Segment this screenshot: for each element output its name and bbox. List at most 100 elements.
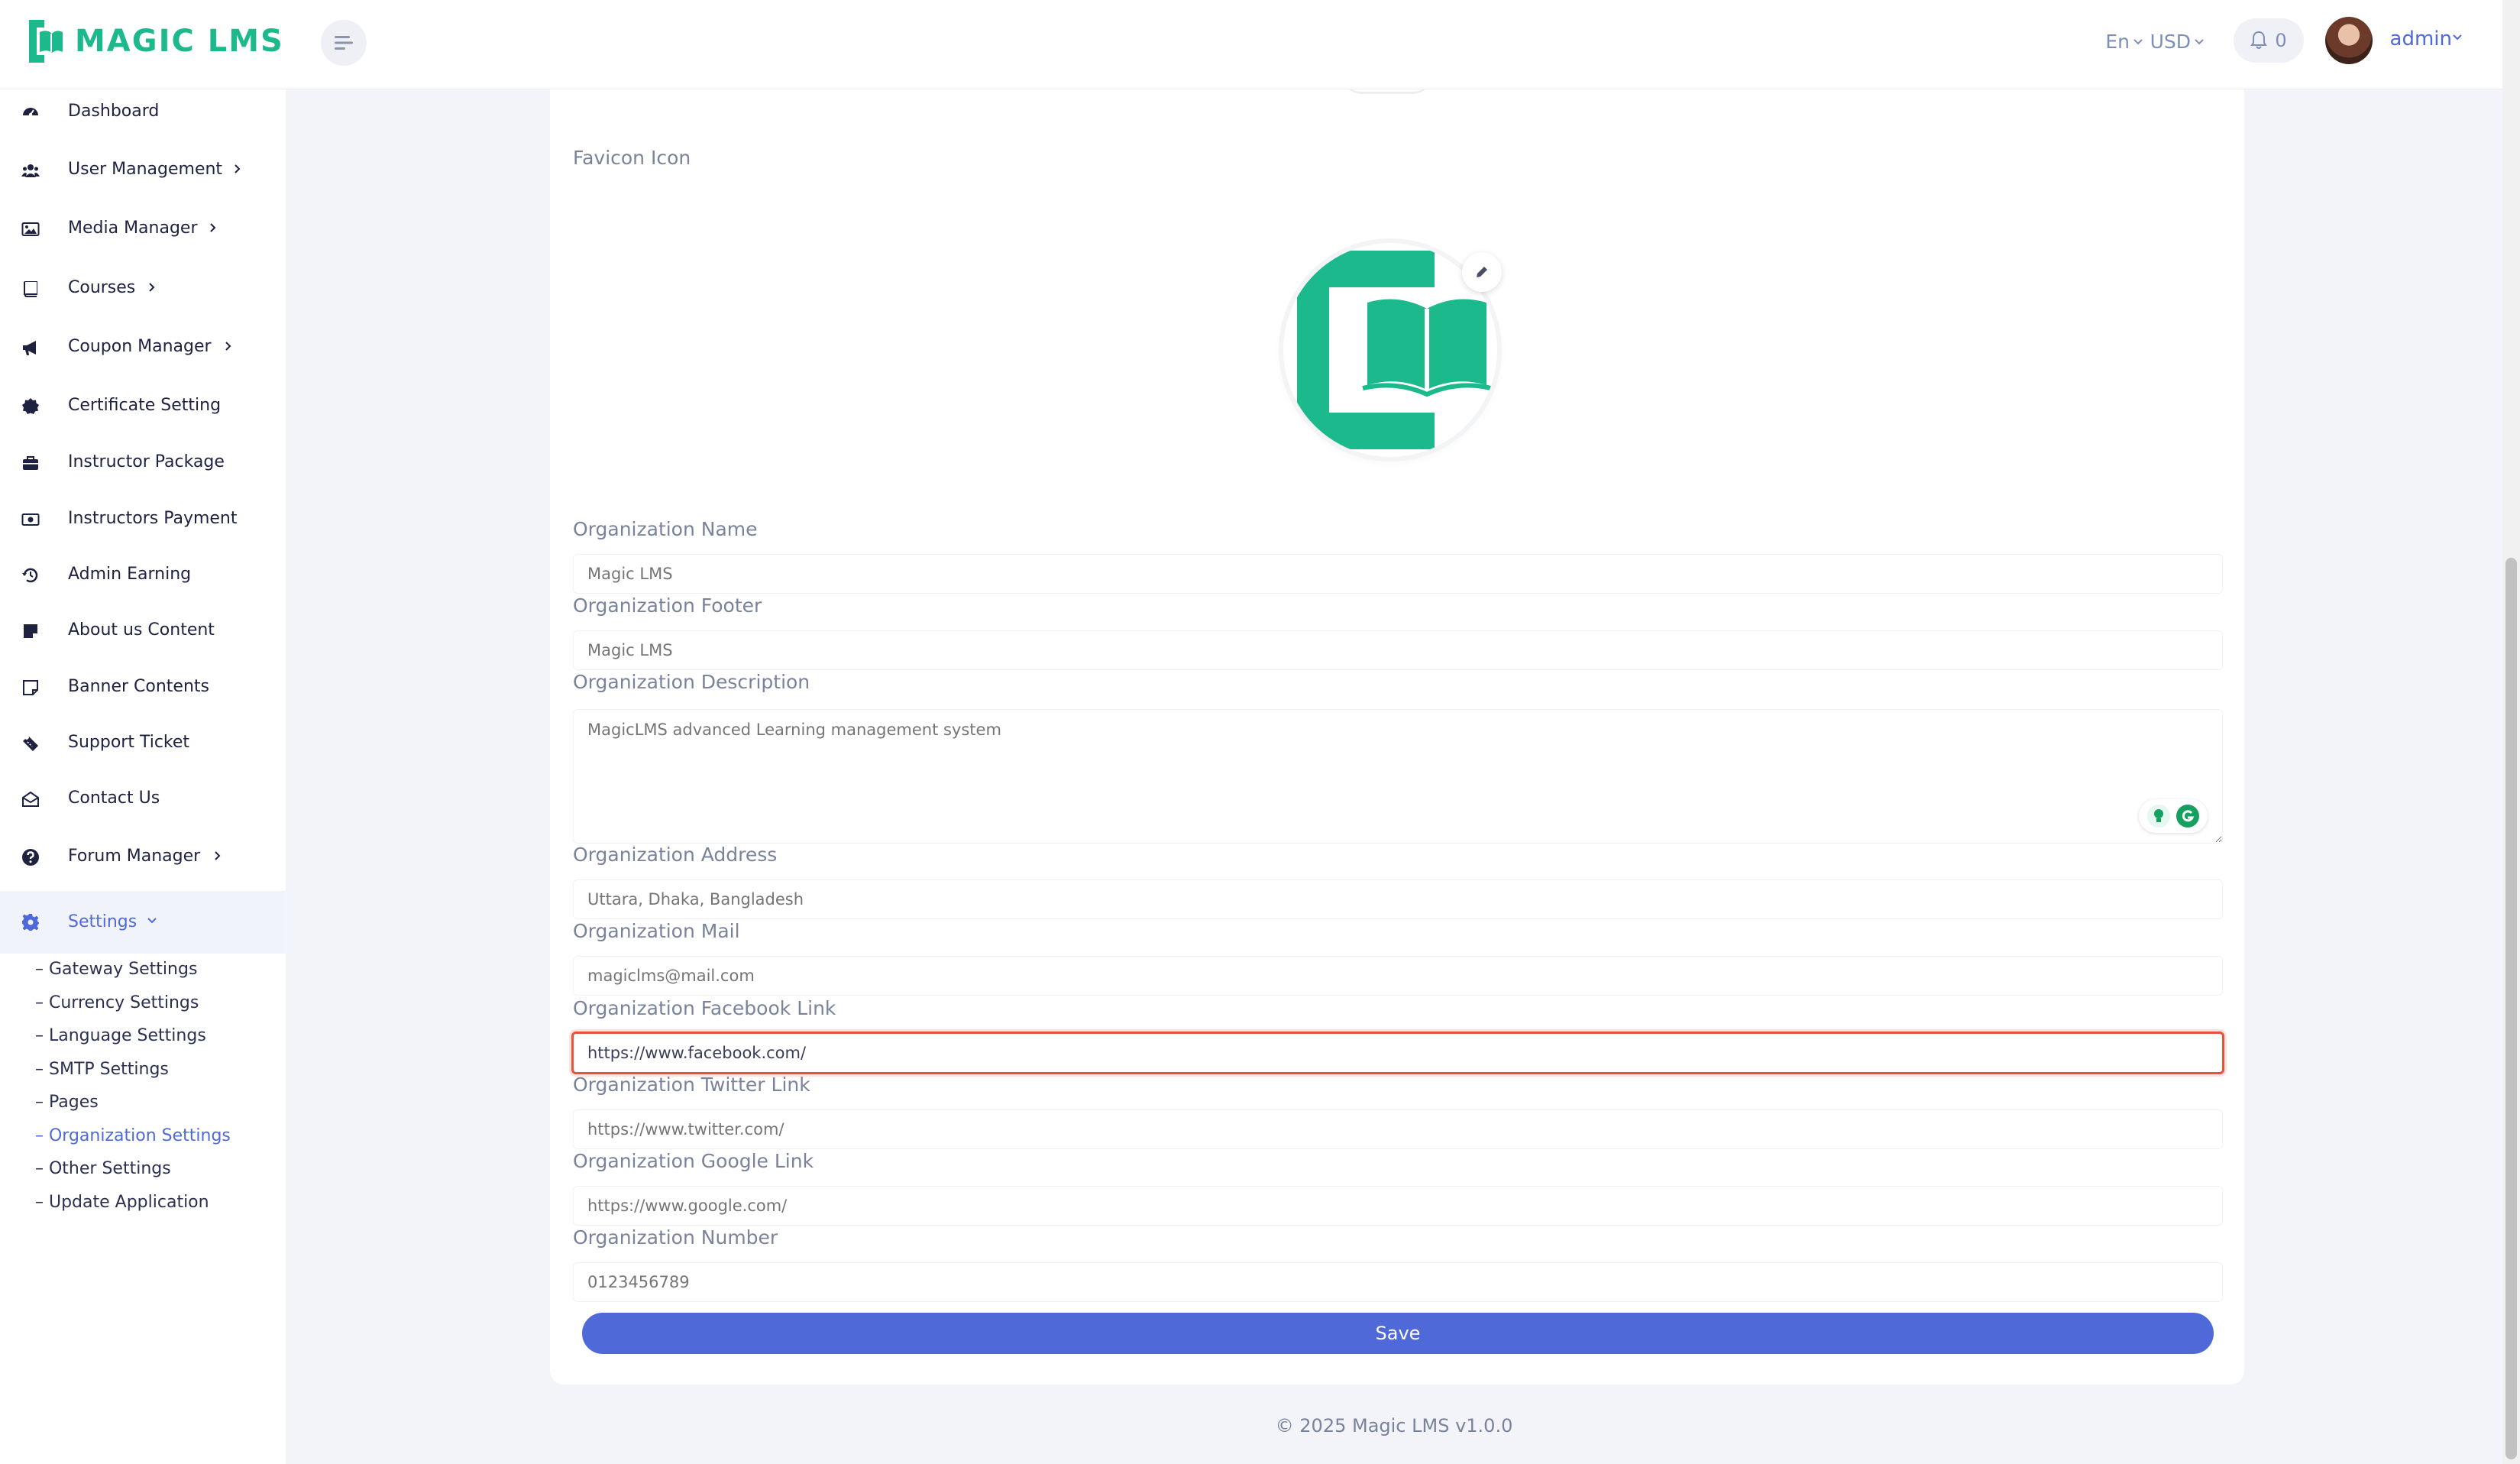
save-button[interactable]: Save: [582, 1313, 2214, 1354]
chevron-right-icon: [225, 342, 231, 351]
footer-copyright: © 2025 Magic LMS v1.0.0: [1275, 1415, 1513, 1436]
lightbulb-icon[interactable]: [2147, 805, 2170, 828]
chevron-down-icon: [2195, 38, 2204, 44]
sidebar-item-about-us-content[interactable]: About us Content: [0, 607, 286, 653]
org-address-label: Organization Address: [573, 844, 778, 866]
currency-value: USD: [2150, 31, 2191, 53]
submenu-update-application[interactable]: – Update Application: [35, 1193, 209, 1212]
bell-icon: [2250, 31, 2268, 49]
submenu-other-settings[interactable]: – Other Settings: [35, 1159, 171, 1178]
org-google-label: Organization Google Link: [573, 1150, 814, 1172]
grammarly-g-icon[interactable]: [2176, 805, 2199, 828]
sidebar: Dashboard User Management Media Manager …: [0, 89, 286, 1464]
sidebar-item-certificate-setting[interactable]: Certificate Setting: [0, 383, 286, 429]
org-twitter-input[interactable]: [573, 1109, 2223, 1149]
sidebar-item-label: Settings: [68, 912, 137, 931]
notification-count: 0: [2275, 30, 2287, 51]
org-footer-input[interactable]: [573, 630, 2223, 670]
org-google-input[interactable]: [573, 1186, 2223, 1226]
dashboard-icon: [23, 108, 38, 117]
org-mail-input[interactable]: [573, 956, 2223, 996]
sidebar-item-media-manager[interactable]: Media Manager: [0, 206, 286, 251]
certificate-icon: [22, 398, 39, 414]
user-name[interactable]: admin: [2390, 28, 2452, 50]
sidebar-item-dashboard[interactable]: Dashboard: [0, 89, 286, 134]
lightbulb-glyph: [2154, 809, 2163, 822]
money-icon: [21, 513, 40, 526]
favicon-label: Favicon Icon: [573, 147, 691, 169]
sidebar-item-label: Admin Earning: [68, 565, 192, 584]
notifications-button[interactable]: 0: [2234, 18, 2304, 63]
submenu-smtp-settings[interactable]: – SMTP Settings: [35, 1060, 169, 1079]
org-footer-label: Organization Footer: [573, 594, 762, 617]
sidebar-item-settings[interactable]: Settings: [0, 891, 286, 954]
sidebar-item-label: User Management: [68, 160, 223, 179]
history-icon: [22, 568, 38, 583]
note-icon: [24, 624, 37, 638]
sticky-note-icon: [23, 680, 38, 695]
sidebar-item-coupon-manager[interactable]: Coupon Manager: [0, 324, 286, 370]
org-name-label: Organization Name: [573, 518, 758, 540]
pencil-icon: [1477, 267, 1487, 277]
chevron-right-icon: [210, 223, 216, 232]
submenu-pages[interactable]: – Pages: [35, 1093, 99, 1112]
envelope-open-icon: [22, 791, 39, 807]
currency-select[interactable]: USD: [2150, 31, 2205, 53]
grammarly-widget[interactable]: [2139, 799, 2208, 833]
submenu-organization-settings[interactable]: – Organization Settings: [35, 1126, 231, 1145]
edit-favicon-button[interactable]: [1462, 252, 1502, 292]
sidebar-item-label: Forum Manager: [68, 847, 201, 866]
sidebar-item-user-management[interactable]: User Management: [0, 147, 286, 193]
menu-toggle-button[interactable]: [321, 20, 367, 66]
chevron-down-icon: [147, 918, 157, 924]
avatar[interactable]: [2325, 17, 2373, 64]
sidebar-item-courses[interactable]: Courses: [0, 265, 286, 311]
sidebar-item-label: Coupon Manager: [68, 337, 212, 356]
ticket-icon: [23, 736, 38, 751]
org-name-input[interactable]: [573, 554, 2223, 594]
sidebar-item-label: Instructor Package: [68, 452, 225, 471]
chevron-right-icon: [215, 851, 221, 860]
chevron-down-icon[interactable]: [2452, 34, 2463, 41]
org-number-input[interactable]: [573, 1262, 2223, 1302]
submenu-language-settings[interactable]: – Language Settings: [35, 1026, 206, 1045]
sidebar-item-label: About us Content: [68, 620, 215, 640]
sidebar-item-label: Courses: [68, 278, 136, 297]
org-twitter-label: Organization Twitter Link: [573, 1074, 810, 1096]
chevron-down-icon: [2133, 38, 2143, 44]
language-value: En: [2105, 31, 2130, 53]
menu-lines-icon: [335, 36, 353, 50]
sidebar-item-admin-earning[interactable]: Admin Earning: [0, 552, 286, 598]
grammarly-g-glyph: [2182, 810, 2195, 822]
language-select[interactable]: En: [2105, 31, 2143, 53]
sidebar-item-contact-us[interactable]: Contact Us: [0, 776, 286, 821]
org-mail-label: Organization Mail: [573, 920, 740, 942]
sidebar-item-label: Instructors Payment: [68, 509, 238, 528]
sidebar-item-label: Banner Contents: [68, 677, 209, 696]
briefcase-icon: [23, 456, 38, 470]
scrollbar-thumb[interactable]: [2505, 558, 2517, 1459]
org-facebook-label: Organization Facebook Link: [573, 997, 836, 1019]
sidebar-item-instructor-package[interactable]: Instructor Package: [0, 439, 286, 485]
image-icon: [21, 222, 40, 236]
org-facebook-input[interactable]: [571, 1032, 2224, 1074]
chevron-right-icon: [149, 283, 155, 292]
gear-icon: [22, 914, 39, 931]
book-icon: [24, 281, 37, 297]
sidebar-item-instructors-payment[interactable]: Instructors Payment: [0, 496, 286, 542]
sidebar-item-support-ticket[interactable]: Support Ticket: [0, 720, 286, 766]
app-logo[interactable]: MAGIC LMS: [26, 15, 284, 67]
org-description-textarea[interactable]: [573, 709, 2223, 844]
chevron-right-icon: [235, 164, 241, 173]
sidebar-item-banner-contents[interactable]: Banner Contents: [0, 664, 286, 710]
sidebar-item-forum-manager[interactable]: Forum Manager: [0, 834, 286, 879]
sidebar-item-label: Support Ticket: [68, 733, 190, 752]
megaphone-icon: [23, 341, 36, 355]
question-icon: [22, 849, 39, 866]
sidebar-item-label: Contact Us: [68, 789, 160, 808]
submenu-currency-settings[interactable]: – Currency Settings: [35, 993, 199, 1012]
sidebar-item-label: Media Manager: [68, 219, 198, 238]
logo-text: MAGIC LMS: [75, 24, 284, 59]
submenu-gateway-settings[interactable]: – Gateway Settings: [35, 960, 197, 979]
org-address-input[interactable]: [573, 879, 2223, 919]
